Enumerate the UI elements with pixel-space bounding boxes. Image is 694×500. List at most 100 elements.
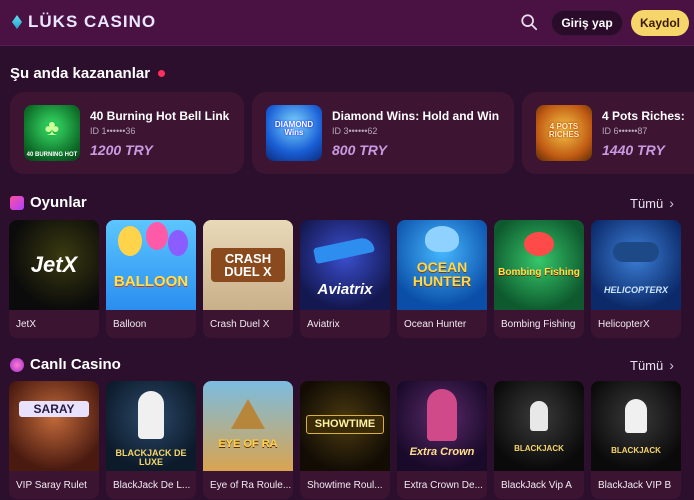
dealer-icon <box>427 389 457 441</box>
live-tile-vip-saray-rulet[interactable]: SARAY VIP Saray Rulet <box>9 381 99 499</box>
game-title: BlackJack De L... <box>106 471 196 499</box>
game-thumbnail: BLACKJACK <box>494 381 584 471</box>
site-logo[interactable]: LÜKS CASINO <box>12 12 156 32</box>
crab-icon <box>524 232 554 256</box>
winner-game-name: 4 Pots Riches: <box>602 108 685 123</box>
game-tile-aviatrix[interactable]: Aviatrix Aviatrix <box>300 220 390 338</box>
winner-amount: 800 TRY <box>332 141 387 158</box>
dealer-icon <box>625 399 647 433</box>
thumb-text: 40 BURNING HOT <box>26 152 78 158</box>
chevron-right-icon: › <box>669 195 674 211</box>
game-tile-balloon[interactable]: BALLOON Balloon <box>106 220 196 338</box>
login-button[interactable]: Giriş yap <box>551 10 623 36</box>
game-title: JetX <box>9 310 99 338</box>
game-thumbnail: DIAMOND Wins <box>266 105 322 161</box>
balloon-icon <box>118 226 142 256</box>
game-title: Aviatrix <box>300 310 390 338</box>
thumb-text: 4 POTS RICHES <box>548 122 580 139</box>
winner-card[interactable]: DIAMOND Wins Diamond Wins: Hold and Win … <box>252 92 514 174</box>
winner-user-id: ID 1••••••36 <box>90 125 136 136</box>
game-tile-helicopterx[interactable]: HELICOPTERX HelicopterX <box>591 220 681 338</box>
live-tile-blackjack-de-luxe[interactable]: BLACKJACK DE LUXE BlackJack De L... <box>106 381 196 499</box>
winner-game-name: Diamond Wins: Hold and Win <box>332 108 500 123</box>
game-thumbnail: JetX <box>9 220 99 310</box>
winner-game-name: 40 Burning Hot Bell Link <box>90 108 230 123</box>
thumb-text: Aviatrix <box>317 281 373 298</box>
balloon-icon <box>168 230 188 256</box>
winners-title: Şu anda kazananlar <box>10 65 151 82</box>
live-casino-title: Canlı Casino <box>30 356 121 373</box>
winner-user-id: ID 3••••••62 <box>332 125 378 136</box>
dealer-icon <box>138 391 164 439</box>
shark-icon <box>425 226 459 252</box>
top-header: LÜKS CASINO Giriş yap Kaydol <box>0 0 694 46</box>
thumb-text: BLACKJACK <box>514 444 564 453</box>
live-casino-icon <box>10 357 24 372</box>
thumb-text: Extra Crown <box>409 446 475 458</box>
game-thumbnail: SARAY <box>9 381 99 471</box>
helicopter-icon <box>613 242 659 262</box>
thumb-text: BLACKJACK DE LUXE <box>115 448 187 467</box>
signup-button[interactable]: Kaydol <box>631 10 689 36</box>
live-tile-blackjack-vip-a[interactable]: BLACKJACK BlackJack Vip A <box>494 381 584 499</box>
game-thumbnail: BLACKJACK <box>591 381 681 471</box>
game-thumbnail: Aviatrix <box>300 220 390 310</box>
pyramid-icon <box>231 399 265 429</box>
winner-amount: 1440 TRY <box>602 141 665 158</box>
thumb-text: EYE OF RA <box>218 438 278 450</box>
game-thumbnail: EYE OF RA <box>203 381 293 471</box>
game-title: Showtime Roul... <box>300 471 390 499</box>
winner-amount: 1200 TRY <box>90 141 153 158</box>
games-see-all-link[interactable]: Tümü › <box>630 195 674 211</box>
see-all-label: Tümü <box>630 357 664 373</box>
thumb-text: JetX <box>30 252 78 277</box>
thumb-text: OCEAN HUNTER <box>412 259 472 289</box>
games-section-title: Oyunlar <box>10 194 87 211</box>
winner-user-id: ID 6••••••87 <box>602 125 648 136</box>
live-indicator-icon <box>158 70 166 77</box>
live-tile-eye-of-ra[interactable]: EYE OF RA Eye of Ra Roule... <box>203 381 293 499</box>
game-title: Balloon <box>106 310 196 338</box>
live-casino-section-title: Canlı Casino <box>10 356 121 373</box>
game-title: Bombing Fishing <box>494 310 584 338</box>
thumb-text: BLACKJACK <box>611 446 661 455</box>
game-thumbnail: OCEAN HUNTER <box>397 220 487 310</box>
game-title: VIP Saray Rulet <box>9 471 99 499</box>
thumb-text: HELICOPTERX <box>603 285 668 295</box>
live-tile-showtime-roulette[interactable]: SHOWTIME Showtime Roul... <box>300 381 390 499</box>
thumb-text: DIAMOND Wins <box>274 120 314 137</box>
diamond-icon <box>12 15 22 29</box>
game-tile-jetx[interactable]: JetX JetX <box>9 220 99 338</box>
games-title: Oyunlar <box>30 194 87 211</box>
game-thumbnail: Extra Crown <box>397 381 487 471</box>
rocket-icon <box>10 195 24 210</box>
game-tile-crash-duel-x[interactable]: CRASH DUEL X Crash Duel X <box>203 220 293 338</box>
game-thumbnail: BLACKJACK DE LUXE <box>106 381 196 471</box>
game-thumbnail: SHOWTIME <box>300 381 390 471</box>
game-title: Eye of Ra Roule... <box>203 471 293 499</box>
thumb-text: Bombing Fishing <box>498 267 580 278</box>
game-thumbnail: HELICOPTERX <box>591 220 681 310</box>
winner-card[interactable]: 4 POTS RICHES 4 Pots Riches: ID 6••••••8… <box>522 92 694 174</box>
game-title: Extra Crown De... <box>397 471 487 499</box>
clover-icon: ♣ <box>44 115 60 140</box>
game-thumbnail: ♣ 40 BURNING HOT <box>24 105 80 161</box>
game-thumbnail: BALLOON <box>106 220 196 310</box>
game-thumbnail: Bombing Fishing <box>494 220 584 310</box>
live-see-all-link[interactable]: Tümü › <box>630 357 674 373</box>
see-all-label: Tümü <box>630 195 664 211</box>
thumb-text: SARAY <box>19 401 89 417</box>
game-title: Ocean Hunter <box>397 310 487 338</box>
winner-card[interactable]: ♣ 40 BURNING HOT 40 Burning Hot Bell Lin… <box>10 92 244 174</box>
game-tile-bombing-fishing[interactable]: Bombing Fishing Bombing Fishing <box>494 220 584 338</box>
chevron-right-icon: › <box>669 357 674 373</box>
search-icon[interactable] <box>520 13 538 31</box>
live-tile-blackjack-vip-b[interactable]: BLACKJACK BlackJack VIP B <box>591 381 681 499</box>
balloon-icon <box>146 222 168 250</box>
game-title: BlackJack Vip A <box>494 471 584 499</box>
thumb-text: CRASH DUEL X <box>211 248 285 282</box>
game-tile-ocean-hunter[interactable]: OCEAN HUNTER Ocean Hunter <box>397 220 487 338</box>
game-thumbnail: 4 POTS RICHES <box>536 105 592 161</box>
live-tile-extra-crown[interactable]: Extra Crown Extra Crown De... <box>397 381 487 499</box>
game-thumbnail: CRASH DUEL X <box>203 220 293 310</box>
